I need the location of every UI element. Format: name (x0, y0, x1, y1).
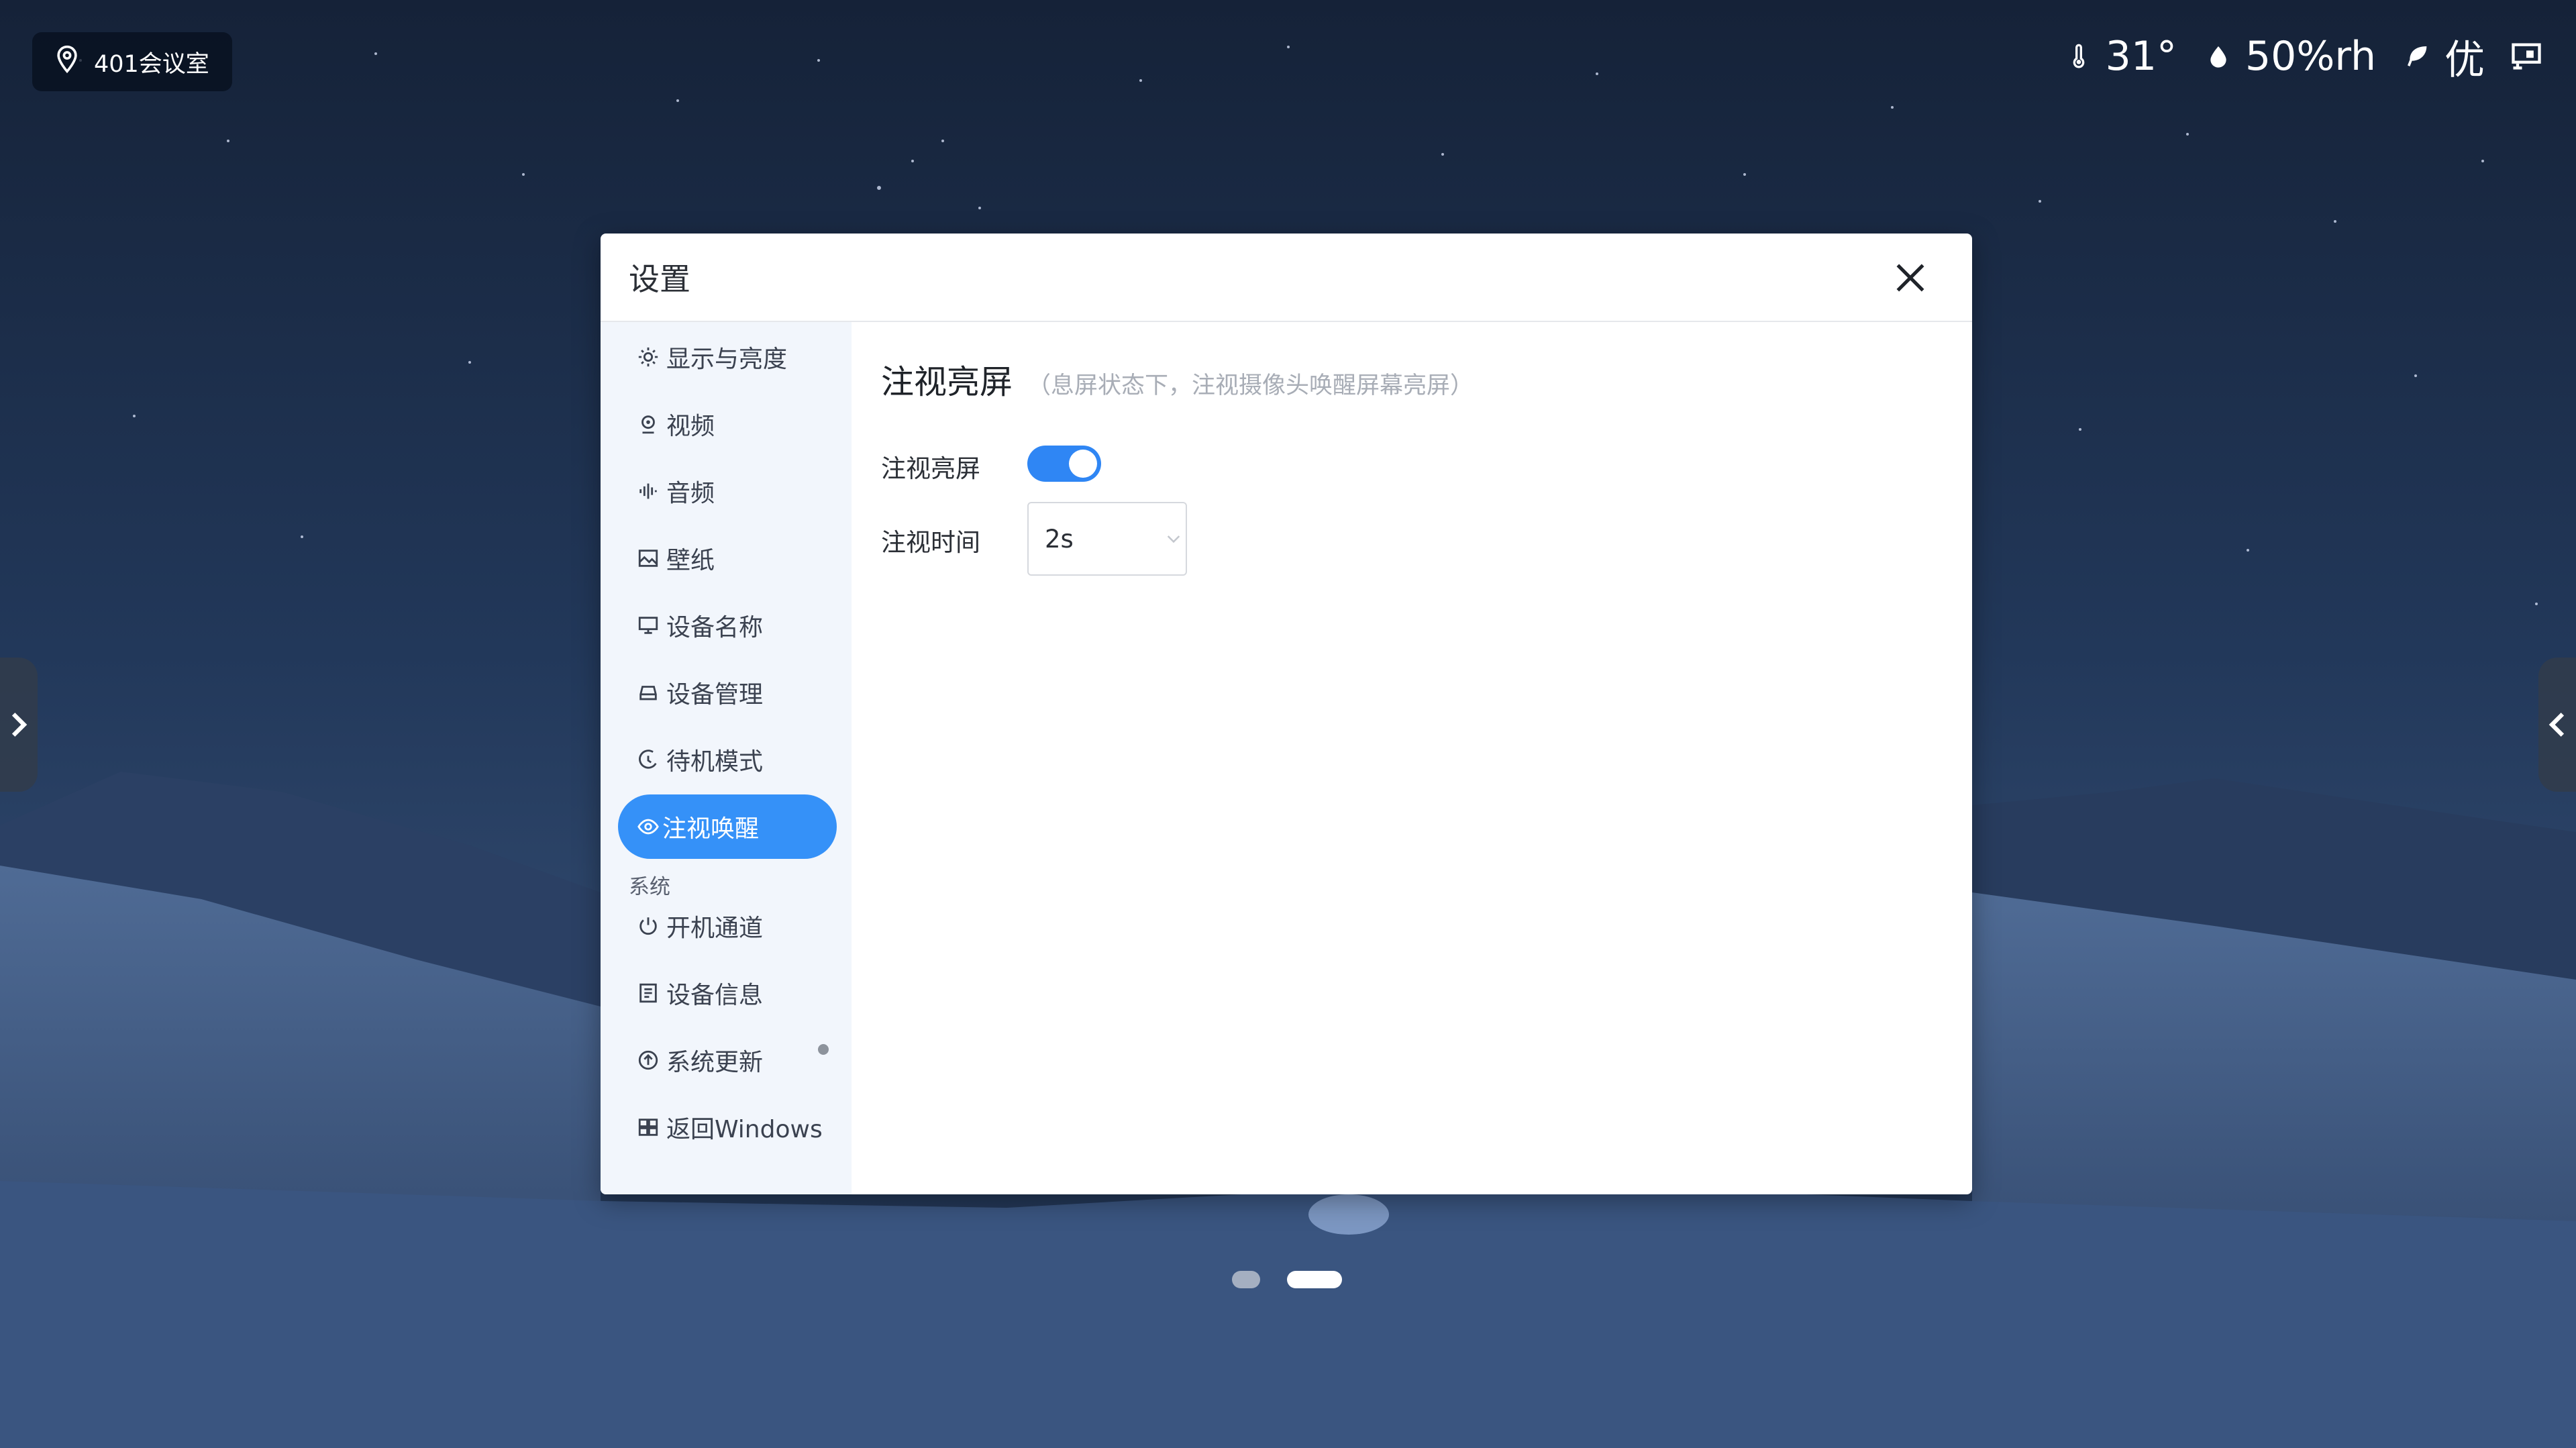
sidebar-item-label: 返回Windows (666, 1116, 823, 1143)
right-panel-handle[interactable] (2538, 658, 2576, 792)
chevron-right-icon (11, 713, 28, 737)
update-badge-dot (818, 1044, 829, 1055)
sidebar-item-device-name[interactable]: 设备名称 (618, 593, 837, 658)
monitor-icon (637, 614, 660, 637)
chevron-left-icon (2548, 713, 2565, 737)
sidebar-item-label: 开机通道 (666, 915, 764, 942)
sidebar-item-standby[interactable]: 待机模式 (618, 727, 837, 792)
sidebar-item-label: 显示与亮度 (666, 346, 788, 373)
sidebar-item-label: 视频 (666, 413, 715, 440)
screen-cast-icon[interactable] (2509, 37, 2544, 76)
thermometer-icon (2061, 37, 2096, 76)
sidebar-item-label: 设备名称 (666, 614, 764, 641)
humidity-value: 50%rh (2245, 33, 2376, 80)
sidebar-item-display[interactable]: 显示与亮度 (618, 325, 837, 389)
standby-icon (637, 748, 660, 771)
eye-icon (637, 815, 660, 838)
location-chip[interactable]: 401会议室 (32, 32, 232, 91)
update-arrow-icon (637, 1049, 660, 1072)
sidebar-item-label: 设备信息 (666, 982, 764, 1009)
section-title: 注视亮屏 (881, 363, 1013, 401)
sidebar-item-audio[interactable]: 音频 (618, 459, 837, 523)
temperature-value: 31° (2105, 33, 2177, 80)
camera-icon (637, 413, 660, 435)
sidebar-item-label: 设备管理 (666, 681, 764, 709)
windows-icon (637, 1116, 660, 1139)
section-header: 注视亮屏 （息屏状态下，注视摄像头唤醒屏幕亮屏） (881, 356, 1474, 403)
chevron-down-icon (1167, 535, 1180, 544)
water-drop-icon (2201, 37, 2236, 76)
page-dot-1[interactable] (1232, 1271, 1260, 1288)
gaze-wake-toggle[interactable] (1027, 446, 1101, 482)
gaze-duration-value: 2s (1045, 524, 1074, 554)
device-manage-icon (637, 681, 660, 704)
sidebar-item-device-info[interactable]: 设备信息 (618, 961, 837, 1025)
dialog-title: 设置 (629, 261, 690, 297)
close-icon[interactable] (1892, 259, 1929, 297)
page-indicator (1232, 1271, 1342, 1288)
sidebar-item-label: 待机模式 (666, 748, 764, 776)
toggle-knob (1069, 450, 1097, 478)
left-panel-handle[interactable] (0, 658, 38, 792)
air-quality-value: 优 (2444, 36, 2485, 84)
dialog-header: 设置 (601, 234, 1972, 322)
location-pin-icon (52, 44, 82, 80)
info-doc-icon (637, 982, 660, 1004)
power-icon (637, 915, 660, 937)
image-icon (637, 547, 660, 570)
gaze-toggle-label: 注视亮屏 (881, 454, 980, 483)
status-bar: 31° 50%rh 优 (2061, 25, 2544, 87)
sidebar-item-system-update[interactable]: 系统更新 (618, 1028, 837, 1092)
settings-dialog: 设置 显示与亮度 视频 音频 壁纸 设备名称 设备管理 待机模式 注视唤醒 系统… (601, 234, 1972, 1194)
sidebar-item-video[interactable]: 视频 (618, 392, 837, 456)
location-label: 401会议室 (94, 50, 209, 78)
gaze-duration-label: 注视时间 (881, 528, 980, 557)
sun-icon (637, 346, 660, 368)
sidebar-item-label: 注视唤醒 (662, 815, 760, 843)
sidebar-item-label: 系统更新 (666, 1049, 764, 1076)
audio-wave-icon (637, 480, 660, 503)
leaf-icon (2400, 37, 2435, 76)
page-dot-2[interactable] (1287, 1271, 1342, 1288)
sidebar-item-return-windows[interactable]: 返回Windows (618, 1095, 837, 1159)
settings-sidebar: 显示与亮度 视频 音频 壁纸 设备名称 设备管理 待机模式 注视唤醒 系统 开机… (601, 322, 852, 1194)
section-subtitle: （息屏状态下，注视摄像头唤醒屏幕亮屏） (1027, 372, 1474, 399)
settings-content: 注视亮屏 （息屏状态下，注视摄像头唤醒屏幕亮屏） 注视亮屏 注视时间 2s (852, 322, 1972, 1194)
sidebar-item-label: 壁纸 (666, 547, 715, 574)
sidebar-item-device-manage[interactable]: 设备管理 (618, 660, 837, 725)
sidebar-item-wallpaper[interactable]: 壁纸 (618, 526, 837, 590)
sidebar-item-label: 音频 (666, 480, 715, 507)
gaze-duration-select[interactable]: 2s (1027, 502, 1187, 576)
sidebar-item-gaze-wake[interactable]: 注视唤醒 (618, 794, 837, 859)
sidebar-item-boot-channel[interactable]: 开机通道 (618, 894, 837, 958)
